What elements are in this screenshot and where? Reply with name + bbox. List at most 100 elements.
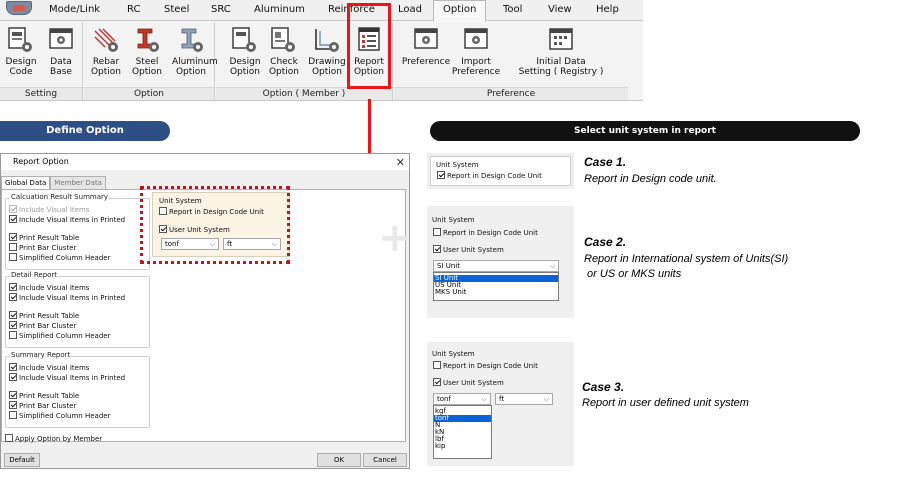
check-option-label-2: Option — [268, 67, 300, 77]
menu-option[interactable]: Option — [433, 0, 487, 22]
case3-option-kip[interactable]: kip — [434, 443, 491, 450]
menu-help[interactable]: Help — [596, 4, 619, 15]
apply-by-member-label: Apply Option by Member — [15, 435, 103, 443]
close-icon[interactable]: ✕ — [396, 155, 405, 171]
import-preference-icon — [464, 28, 488, 49]
case3-force-select[interactable]: tonf ⌵ — [433, 393, 491, 405]
case3-design-code-label: Report in Design Code Unit — [443, 362, 538, 370]
case1-title: Case 1. — [584, 155, 627, 169]
menu-steel[interactable]: Steel — [164, 4, 189, 15]
preference-button[interactable]: Preference — [400, 25, 452, 87]
detail-print-result-table-label: Print Result Table — [19, 312, 80, 320]
calc-simplified-header-label: Simplified Column Header — [19, 254, 111, 262]
calc-include-visual-checkbox[interactable]: Include Visual Items — [9, 205, 89, 215]
calc-include-visual-printed-label: Include Visual Items in Printed — [19, 216, 126, 224]
rebar-option-icon — [94, 28, 118, 52]
case3-design-code-checkbox[interactable]: Report in Design Code Unit — [433, 361, 538, 371]
summary-print-bar-cluster-label: Print Bar Cluster — [19, 402, 77, 410]
summary-report-group: Summary Report Include Visual Items Incl… — [5, 351, 150, 428]
case3-user-unit-checkbox[interactable]: User Unit System — [433, 378, 504, 388]
design-option-label-1: Design — [229, 57, 261, 67]
case2-user-unit-label: User Unit System — [443, 246, 504, 254]
default-button[interactable]: Default — [4, 453, 40, 467]
case3-title: Case 3. — [582, 380, 625, 394]
aluminum-option-button[interactable]: Aluminum Option — [172, 25, 218, 87]
case3-screenshot: Unit System Report in Design Code Unit U… — [427, 342, 574, 466]
case1-unit-legend: Unit System — [436, 161, 479, 169]
drawing-option-label-2: Option — [311, 67, 343, 77]
menu-aluminum[interactable]: Aluminum — [254, 4, 305, 15]
calc-summary-group: Calcuation Result Summary Include Visual… — [5, 193, 150, 270]
calc-print-bar-cluster-label: Print Bar Cluster — [19, 244, 77, 252]
cancel-button[interactable]: Cancel — [363, 453, 407, 467]
steel-option-button[interactable]: Steel Option — [128, 25, 166, 87]
initial-data-label-1: Initial Data — [536, 57, 586, 67]
drawing-option-button[interactable]: Drawing Option — [308, 25, 346, 87]
check-option-icon — [271, 27, 295, 52]
ribbon: Mode/Link RC Steel SRC Aluminum Reinforc… — [0, 0, 643, 101]
detail-simplified-header-checkbox[interactable]: Simplified Column Header — [9, 331, 110, 341]
case3-option-tonf[interactable]: tonf — [434, 415, 491, 422]
drawing-option-label-1: Drawing — [308, 57, 346, 67]
case2-user-unit-checkbox[interactable]: User Unit System — [433, 245, 504, 255]
check-option-button[interactable]: Check Option — [265, 25, 303, 87]
case2-screenshot: Unit System Report in Design Code Unit U… — [427, 206, 574, 318]
report-option-highlight — [347, 3, 391, 89]
design-option-button[interactable]: Design Option — [226, 25, 264, 87]
case2-unit-select[interactable]: SI Unit ⌵ — [433, 260, 559, 272]
case2-design-code-checkbox[interactable]: Report in Design Code Unit — [433, 228, 538, 238]
apply-by-member-checkbox[interactable]: Apply Option by Member — [5, 434, 102, 444]
menu-src[interactable]: SRC — [211, 4, 231, 15]
menu-view[interactable]: View — [548, 4, 572, 15]
menu-load[interactable]: Load — [398, 4, 422, 15]
case3-description: Report in user defined unit system — [582, 397, 749, 409]
menu-mode-link[interactable]: Mode/Link — [49, 4, 100, 15]
data-base-button[interactable]: Data Base — [42, 25, 80, 87]
summary-simplified-header-checkbox[interactable]: Simplified Column Header — [9, 411, 110, 421]
import-preference-button[interactable]: Import Preference — [450, 25, 502, 87]
detail-print-bar-cluster-checkbox[interactable]: Print Bar Cluster — [9, 321, 76, 331]
ribbon-group-preference: Preference Import Preference Initial Dat… — [394, 22, 628, 101]
summary-include-visual-printed-checkbox[interactable]: Include Visual Items in Printed — [9, 373, 125, 383]
detail-include-visual-printed-checkbox[interactable]: Include Visual Items in Printed — [9, 293, 125, 303]
calc-print-bar-cluster-checkbox[interactable]: Print Bar Cluster — [9, 243, 76, 253]
calc-simplified-header-checkbox[interactable]: Simplified Column Header — [9, 253, 110, 263]
ok-button[interactable]: OK — [317, 453, 361, 467]
rebar-option-label-1: Rebar — [92, 57, 120, 67]
case2-option-mks[interactable]: MKS Unit — [434, 289, 558, 296]
calc-print-result-table-checkbox[interactable]: Print Result Table — [9, 233, 79, 243]
aluminum-option-icon — [181, 28, 203, 52]
detail-print-result-table-checkbox[interactable]: Print Result Table — [9, 311, 79, 321]
rebar-option-label-2: Option — [90, 67, 122, 77]
detail-include-visual-printed-label: Include Visual Items in Printed — [19, 294, 126, 302]
data-base-label-2: Base — [50, 67, 72, 77]
case1-design-code-checkbox[interactable]: Report in Design Code Unit — [437, 171, 542, 181]
check-option-label-1: Check — [270, 57, 298, 67]
tab-global-data[interactable]: Global Data — [1, 176, 51, 190]
initial-data-setting-button[interactable]: Initial Data Setting ( Registry ) — [512, 25, 610, 87]
summary-print-bar-cluster-checkbox[interactable]: Print Bar Cluster — [9, 401, 76, 411]
menu-tool[interactable]: Tool — [503, 4, 522, 15]
summary-print-result-table-checkbox[interactable]: Print Result Table — [9, 391, 79, 401]
detail-print-bar-cluster-label: Print Bar Cluster — [19, 322, 77, 330]
design-code-button[interactable]: Design Code — [2, 25, 40, 87]
app-logo-icon[interactable] — [6, 1, 32, 15]
detail-include-visual-checkbox[interactable]: Include Visual Items — [9, 283, 89, 293]
tab-member-data[interactable]: Member Data — [50, 176, 107, 190]
menu-rc[interactable]: RC — [127, 4, 140, 15]
select-unit-banner: Select unit system in report — [430, 121, 860, 141]
design-code-label-1: Design — [5, 57, 37, 67]
case2-design-code-label: Report in Design Code Unit — [443, 229, 538, 237]
aluminum-option-label-1: Aluminum — [172, 57, 218, 67]
rebar-option-button[interactable]: Rebar Option — [87, 25, 125, 87]
data-base-icon — [49, 28, 73, 49]
dialog-title: Report Option ✕ — [1, 154, 409, 170]
calc-include-visual-printed-checkbox[interactable]: Include Visual Items in Printed — [9, 215, 125, 225]
summary-include-visual-checkbox[interactable]: Include Visual Items — [9, 363, 89, 373]
detail-report-legend: Detail Report — [10, 271, 59, 279]
case3-length-select[interactable]: ft ⌵ — [495, 393, 553, 405]
steel-option-label-2: Option — [131, 67, 163, 77]
design-option-label-2: Option — [229, 67, 261, 77]
case3-force-dropdown: kgf tonf N kN lbf kip — [433, 405, 492, 459]
import-preference-label-2: Preference — [451, 67, 501, 77]
